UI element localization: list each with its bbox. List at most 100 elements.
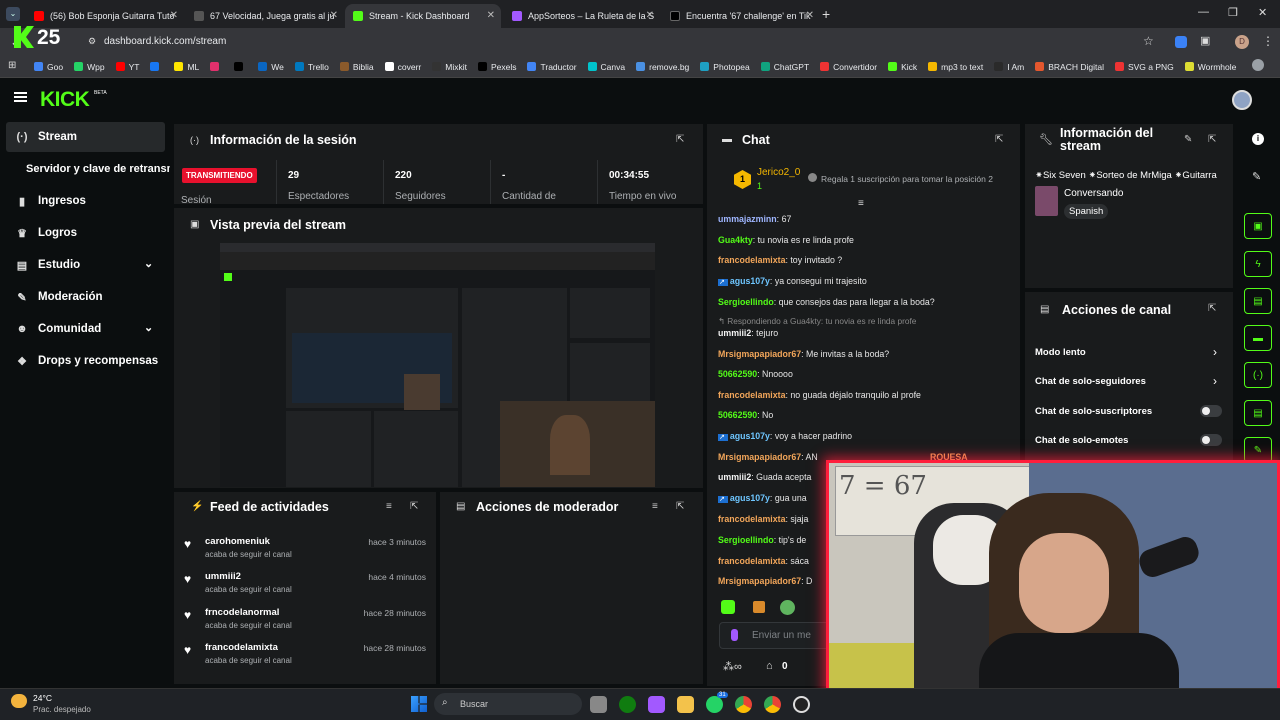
bookmark-item[interactable]: I Am: [994, 62, 1024, 72]
bookmark-item[interactable]: Goo: [34, 62, 63, 72]
rail-button-clip[interactable]: ▣: [1244, 213, 1272, 239]
browser-tab-youtube[interactable]: (56) Bob Esponja Guitarra Tuto ✕: [26, 4, 184, 28]
chat-message[interactable]: ↗ agus107y: ya consegui mi trajesito: [718, 276, 867, 286]
new-tab-button[interactable]: +: [822, 6, 830, 22]
chat-username[interactable]: ummajazminn: [718, 214, 777, 224]
all-bookmarks-icon[interactable]: [1252, 59, 1264, 71]
info-icon[interactable]: i: [1252, 133, 1264, 145]
chat-message[interactable]: Mrsigmapapiador67: AN: [718, 452, 818, 462]
chat-users-icon[interactable]: ⁂∞: [723, 660, 742, 673]
popout-icon[interactable]: ⇱: [995, 134, 1003, 145]
popout-icon[interactable]: ⇱: [1208, 303, 1216, 314]
chat-message[interactable]: Mrsigmapapiador67: D: [718, 576, 812, 586]
app-icon-purple[interactable]: [648, 696, 665, 713]
bookmark-item[interactable]: [234, 62, 247, 71]
popout-icon[interactable]: ⇱: [1208, 134, 1216, 145]
profile-avatar[interactable]: D: [1235, 35, 1249, 49]
bookmark-item[interactable]: mp3 to text: [928, 62, 983, 72]
hamburger-menu-icon[interactable]: [14, 92, 27, 102]
edit-icon[interactable]: ✎: [1252, 170, 1261, 183]
bookmark-item[interactable]: Photopea: [700, 62, 750, 72]
bookmark-item[interactable]: BRACH Digital: [1035, 62, 1104, 72]
chat-username[interactable]: agus107y: [730, 493, 770, 503]
browser-tab-appsorteos[interactable]: AppSorteos – La Ruleta de la S ✕: [504, 4, 660, 28]
chat-username[interactable]: Gua4kty: [718, 235, 753, 245]
emotes-only-toggle[interactable]: [1200, 434, 1222, 446]
activity-user[interactable]: ummiii2: [205, 571, 241, 582]
user-avatar[interactable]: [1232, 90, 1252, 110]
emote-button-gift[interactable]: [753, 601, 765, 613]
chat-username[interactable]: francodelamixta: [718, 255, 785, 265]
chat-message[interactable]: 50662590: No: [718, 410, 773, 420]
chat-username[interactable]: ummiii2: [718, 328, 751, 338]
activity-user[interactable]: carohomeniuk: [205, 536, 270, 547]
chat-username[interactable]: agus107y: [730, 276, 770, 286]
chat-username[interactable]: 50662590: [718, 410, 757, 420]
bookmark-item[interactable]: Pexels: [477, 62, 516, 72]
bookmark-item[interactable]: Mixkit: [432, 62, 467, 72]
chat-message[interactable]: ↰ Respondiendo a Gua4kty: tu novia es re…: [718, 316, 916, 326]
url-field[interactable]: dashboard.kick.com/stream: [104, 36, 226, 47]
chat-message[interactable]: Gua4kty: tu novia es re linda profe: [718, 235, 854, 245]
sidebar-item-moderacion[interactable]: ✎ Moderación: [6, 282, 165, 312]
whatsapp-icon[interactable]: [706, 696, 723, 713]
chat-message[interactable]: francodelamixta: sáca: [718, 556, 809, 566]
bookmark-item[interactable]: Kick: [888, 62, 917, 72]
chrome-profile-icon[interactable]: [764, 696, 781, 713]
edit-icon[interactable]: ✎: [1184, 134, 1192, 145]
followers-only-label[interactable]: Chat de solo-seguidores: [1035, 376, 1146, 387]
bookmark-item[interactable]: ChatGPT: [760, 62, 809, 72]
bookmark-item[interactable]: Traductor: [527, 62, 577, 72]
pin-icon[interactable]: ≡: [858, 198, 864, 209]
gift-sub-text[interactable]: Regala 1 suscripción para tomar la posic…: [821, 174, 993, 184]
bookmark-item[interactable]: Wpp: [74, 62, 105, 72]
task-view-icon[interactable]: [590, 696, 607, 713]
sidebar-item-stream[interactable]: (·) Stream: [6, 122, 165, 152]
activity-user[interactable]: francodelamixta: [205, 642, 278, 653]
rail-button-document[interactable]: ▤: [1244, 288, 1272, 314]
chevron-right-icon[interactable]: ›: [1213, 374, 1217, 388]
bookmark-item[interactable]: SVG a PNG: [1114, 62, 1174, 72]
chat-username[interactable]: Mrsigmapapiador67: [718, 576, 801, 586]
bookmark-item[interactable]: Wormhole: [1184, 62, 1236, 72]
rail-button-broadcast[interactable]: (·): [1244, 362, 1272, 388]
close-icon[interactable]: ✕: [646, 10, 654, 21]
sidebar-item-estudio[interactable]: ▤ Estudio ⌄: [6, 250, 165, 280]
chat-message[interactable]: ummiii2: Guada acepta: [718, 472, 811, 482]
store-icon[interactable]: ⌂: [766, 660, 773, 672]
chat-message[interactable]: ↗ agus107y: voy a hacer padrino: [718, 431, 852, 441]
browser-tab-kick[interactable]: Stream - Kick Dashboard ✕: [345, 4, 501, 28]
stream-preview-video[interactable]: [220, 243, 655, 487]
bookmark-item[interactable]: Biblia: [339, 62, 374, 72]
minimize-button[interactable]: —: [1198, 6, 1209, 18]
chevron-right-icon[interactable]: ›: [1213, 345, 1217, 359]
tab-list-button[interactable]: ⌄: [6, 7, 20, 21]
rail-button-channel[interactable]: ▤: [1244, 400, 1272, 426]
chat-message[interactable]: Sergioellindo: que consejos das para lle…: [718, 297, 935, 307]
chrome-icon[interactable]: [735, 696, 752, 713]
rail-button-lightning[interactable]: ϟ: [1244, 251, 1272, 277]
browser-tab-game[interactable]: 67 Velocidad, Juega gratis al ju ✕: [186, 4, 344, 28]
puzzle-icon[interactable]: ▣: [1200, 34, 1210, 47]
bookmark-item[interactable]: ML: [174, 62, 199, 72]
close-window-button[interactable]: ✕: [1258, 6, 1267, 19]
chat-username[interactable]: agus107y: [730, 431, 770, 441]
rail-button-chat[interactable]: ▬: [1244, 325, 1272, 351]
chat-message[interactable]: francodelamixta: sjaja: [718, 514, 808, 524]
activity-user[interactable]: frncodelanormal: [205, 607, 279, 618]
close-icon[interactable]: ✕: [330, 10, 338, 21]
browser-tab-tiktok[interactable]: Encuentra '67 challenge' en Tik ✕: [662, 4, 820, 28]
apps-grid-icon[interactable]: ⊞: [8, 60, 16, 71]
site-info-icon[interactable]: ⚙: [88, 36, 96, 47]
sidebar-item-ingresos[interactable]: ▮ Ingresos: [6, 186, 165, 216]
emote-button-kick[interactable]: [721, 600, 735, 614]
chat-username[interactable]: francodelamixta: [718, 390, 785, 400]
sidebar-item-comunidad[interactable]: ☻ Comunidad ⌄: [6, 314, 165, 344]
chat-message[interactable]: Sergioellindo: tip's de: [718, 535, 806, 545]
weather-icon[interactable]: [11, 694, 27, 708]
chat-username[interactable]: ummiii2: [718, 472, 751, 482]
kick-logo[interactable]: KICK: [40, 88, 90, 112]
bookmark-star-icon[interactable]: ☆: [1143, 34, 1154, 48]
category-name[interactable]: Conversando: [1064, 188, 1123, 199]
chat-username[interactable]: Sergioellindo: [718, 297, 774, 307]
